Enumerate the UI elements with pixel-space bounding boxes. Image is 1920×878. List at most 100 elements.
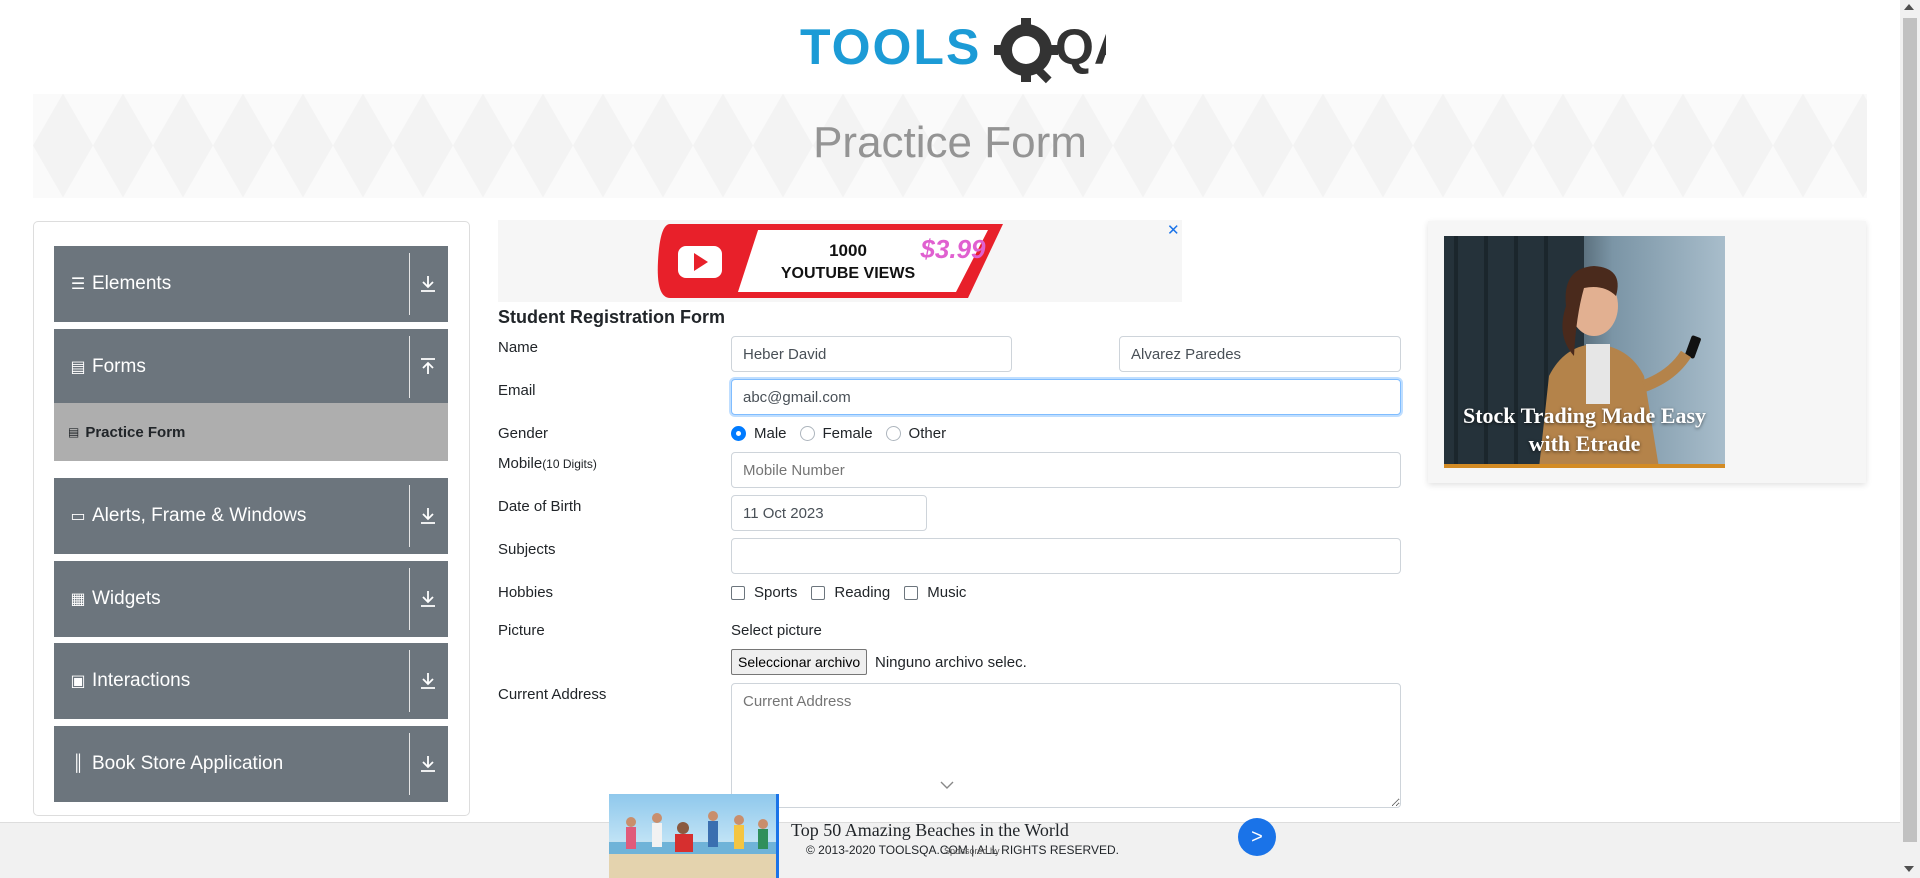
bottom-ad-next-button[interactable]: > (1238, 818, 1276, 856)
mobile-label: Mobile(10 Digits) (498, 455, 597, 472)
sidebar: ☰ Elements ▤ Forms ▤ Practice Form ▭ Ale… (33, 221, 470, 816)
radio-label[interactable]: Other (909, 425, 947, 442)
checkbox[interactable] (904, 585, 919, 600)
upload-arrow-icon[interactable] (417, 356, 439, 378)
top-ad[interactable]: 1000 YOUTUBE VIEWS $3.99 (498, 220, 1182, 302)
sidebar-item-label: Practice Form (85, 423, 186, 441)
page-banner: Practice Form (33, 94, 1867, 198)
gender-option-other[interactable]: Other (885, 425, 947, 442)
logo-text-qa: QA (1055, 19, 1106, 75)
chevron-down-icon (940, 781, 954, 789)
gender-radio-group: Male Female Other (731, 425, 959, 442)
box-icon: ▣ (70, 673, 86, 690)
ad-price: $3.99 (919, 234, 986, 264)
hobby-option-reading[interactable]: Reading (811, 584, 890, 601)
divider (409, 733, 410, 795)
radio-button[interactable] (731, 426, 746, 441)
sidebar-group-widgets[interactable]: ▦ Widgets (54, 561, 448, 637)
sidebar-group-label: Interactions (92, 670, 191, 691)
gear-icon (994, 18, 1058, 84)
file-status-text: Ninguno archivo selec. (875, 654, 1027, 671)
picture-label: Picture (498, 622, 545, 639)
scroll-up-arrow-icon[interactable] (1904, 4, 1914, 10)
toolsqa-logo[interactable]: TOOLS QA (800, 14, 1106, 86)
hobbies-checkbox-group: Sports Reading Music (731, 584, 979, 601)
ad-line2: YOUTUBE VIEWS (781, 265, 916, 282)
ad-close-icon[interactable]: ✕ (1167, 221, 1180, 239)
divider (409, 568, 410, 630)
email-input[interactable] (731, 379, 1401, 415)
books-icon: ║ (72, 755, 84, 772)
choose-file-button[interactable]: Seleccionar archivo (731, 649, 868, 675)
checkbox[interactable] (811, 585, 826, 600)
download-arrow-icon[interactable] (417, 505, 439, 527)
scroll-down-arrow-icon[interactable] (1904, 866, 1914, 872)
scrollbar-thumb[interactable] (1903, 18, 1917, 842)
current-address-textarea[interactable] (731, 683, 1401, 808)
radio-button[interactable] (885, 426, 901, 441)
download-arrow-icon[interactable] (417, 588, 439, 610)
bottom-ad[interactable]: Top 50 Amazing Beaches in the World Spon… (609, 794, 1329, 878)
beach-ad-image[interactable] (609, 794, 779, 878)
document-icon: ▤ (68, 425, 80, 439)
grid-icon: ▦ (70, 591, 86, 608)
sidebar-group-label: Book Store Application (92, 753, 284, 774)
hamburger-icon: ☰ (70, 276, 86, 293)
mobile-hint: (10 Digits) (542, 457, 597, 471)
divider (409, 253, 410, 315)
logo-text-tools: TOOLS (800, 19, 981, 75)
document-icon: ▤ (70, 359, 86, 376)
mobile-label-text: Mobile (498, 455, 543, 472)
sidebar-group-label: Forms (92, 356, 146, 377)
sidebar-group-label: Elements (92, 273, 172, 294)
sidebar-group-elements[interactable]: ☰ Elements (54, 246, 448, 322)
subjects-label: Subjects (498, 541, 556, 558)
download-arrow-icon[interactable] (417, 670, 439, 692)
page-title: Practice Form (813, 118, 1087, 167)
sidebar-group-alerts[interactable]: ▭ Alerts, Frame & Windows (54, 478, 448, 554)
beach-people-illustration (609, 811, 776, 878)
email-label: Email (498, 382, 536, 399)
hobby-option-music[interactable]: Music (904, 584, 966, 601)
radio-button[interactable] (799, 426, 815, 441)
sidebar-group-interactions[interactable]: ▣ Interactions (54, 643, 448, 719)
ad-underline (1444, 464, 1725, 468)
gender-option-male[interactable]: Male (731, 425, 787, 442)
radio-label[interactable]: Male (754, 425, 787, 442)
download-arrow-icon[interactable] (417, 273, 439, 295)
current-address-label: Current Address (498, 686, 607, 703)
sidebar-group-forms[interactable]: ▤ Forms (54, 329, 448, 405)
checkbox-label[interactable]: Reading (834, 584, 890, 601)
last-name-input[interactable] (1119, 336, 1401, 372)
name-label: Name (498, 339, 539, 356)
checkbox-label[interactable]: Sports (754, 584, 797, 601)
radio-label[interactable]: Female (823, 425, 873, 442)
gender-label: Gender (498, 425, 549, 442)
ad-caption[interactable]: Stock Trading Made Easy with Etrade (1444, 402, 1725, 464)
download-arrow-icon[interactable] (417, 753, 439, 775)
checkbox-label[interactable]: Music (927, 584, 966, 601)
hobbies-label: Hobbies (498, 584, 554, 601)
form-title: Student Registration Form (498, 307, 726, 327)
first-name-input[interactable] (731, 336, 1012, 372)
hobby-option-sports[interactable]: Sports (731, 584, 797, 601)
checkbox[interactable] (731, 585, 745, 600)
mobile-input[interactable] (731, 452, 1401, 488)
ad-line1: 1000 (829, 241, 867, 260)
sidebar-group-label: Widgets (92, 588, 161, 609)
bottom-ad-sponsor: Sponsored by (944, 846, 1000, 856)
gender-option-female[interactable]: Female (799, 425, 873, 442)
window-icon: ▭ (70, 508, 86, 525)
sidebar-group-label: Alerts, Frame & Windows (92, 505, 307, 526)
bottom-ad-title[interactable]: Top 50 Amazing Beaches in the World (791, 820, 1069, 841)
select-picture-label: Select picture (731, 622, 822, 639)
date-of-birth-input[interactable] (731, 495, 927, 531)
divider (409, 336, 410, 398)
sidebar-group-book-store[interactable]: ║ Book Store Application (54, 726, 448, 802)
sidebar-item-practice-form[interactable]: ▤ Practice Form (54, 403, 448, 461)
divider (409, 485, 410, 547)
youtube-views-ad-image: 1000 YOUTUBE VIEWS $3.99 (657, 224, 1003, 298)
dob-label: Date of Birth (498, 498, 582, 515)
subjects-input[interactable] (731, 538, 1401, 574)
divider (409, 650, 410, 712)
